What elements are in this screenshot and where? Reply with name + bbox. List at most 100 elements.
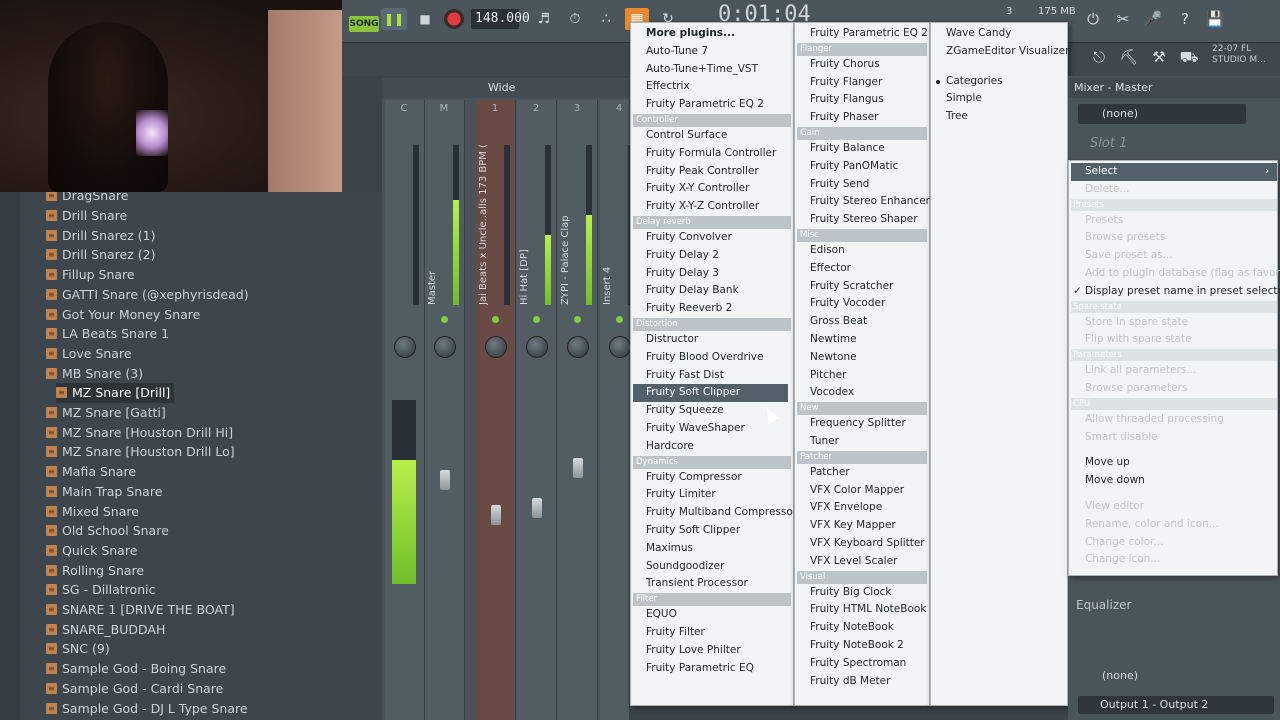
browser-item[interactable]: ≡ MZ Snare [Drill] [56, 383, 175, 403]
context-menu-item[interactable]: Move up [1085, 454, 1130, 471]
browser-item[interactable]: ≡ Love Snare [46, 344, 132, 364]
plugin-menu-item[interactable]: Fruity NoteBook [810, 619, 894, 637]
stop-button[interactable]: ■ [412, 8, 438, 30]
pan-knob[interactable] [526, 336, 548, 358]
plugin-menu-item[interactable]: Pitcher [810, 367, 846, 385]
plugin-menu-item[interactable]: Tree [946, 108, 968, 126]
pan-knob[interactable] [394, 336, 416, 358]
plugin-menu-item[interactable]: Fruity X-Y Controller [646, 180, 749, 198]
browser-item[interactable]: ≡ Sample God - Cardi Snare [46, 679, 223, 699]
plugin-menu-item[interactable]: Fruity PanOMatic [810, 158, 898, 176]
plugin-menu-item[interactable]: Fruity Delay 2 [646, 247, 719, 265]
plugin-menu-item[interactable]: Vocodex [810, 384, 854, 402]
browser-item[interactable]: ≡ MB Snare (3) [46, 363, 143, 383]
scissors-icon[interactable]: ✂ [1110, 6, 1136, 32]
browser-item[interactable]: ≡ MZ Snare [Houston Drill Hi] [46, 422, 233, 442]
plugin-menu-item[interactable]: VFX Key Mapper [810, 517, 896, 535]
plugin-menu-item[interactable]: Effector [810, 260, 851, 278]
preset-selector[interactable]: (none) [1078, 104, 1246, 124]
plugin-menu-item[interactable]: Fruity Stereo Enhancer [810, 193, 930, 211]
track-enable-led[interactable] [441, 316, 448, 323]
tempo-display[interactable]: 148.000 [471, 9, 530, 29]
mixer-icon[interactable]: ⛏ [1116, 44, 1142, 70]
cart-icon[interactable]: ⚒ [1146, 44, 1172, 70]
plugin-menu-item[interactable]: Fruity Parametric EQ 2 [646, 96, 764, 114]
plugin-menu-item[interactable]: Fruity Formula Controller [646, 145, 776, 163]
plugin-menu-item[interactable]: Fruity Vocoder [810, 295, 885, 313]
pan-knob[interactable] [609, 336, 631, 358]
plugin-menu-item[interactable]: VFX Level Scaler [810, 553, 897, 571]
plugin-menu-item[interactable]: Fruity Fast Dist [646, 367, 724, 385]
plugin-menu-item[interactable]: Control Surface [646, 127, 727, 145]
plugin-menu-item[interactable]: Fruity Limiter [646, 486, 716, 504]
plugin-menu-item[interactable]: Fruity Flangus [810, 91, 884, 109]
plugin-menu-item[interactable]: Frequency Splitter [810, 415, 906, 433]
metronome-icon[interactable]: ♬ [532, 8, 556, 30]
plugin-menu-item[interactable]: Fruity Filter [646, 624, 705, 642]
output-selector[interactable]: Output 1 - Output 2 [1078, 696, 1274, 714]
plugin-menu-item[interactable]: Transient Processor [646, 575, 748, 593]
plugin-menu-item[interactable]: Auto-Tune 7 [646, 43, 708, 61]
plugin-menu-item[interactable]: Gross Beat [810, 313, 867, 331]
plugin-menu-item[interactable]: Auto-Tune+Time_VST [646, 61, 758, 79]
wait-icon[interactable]: ⏱ [563, 8, 587, 30]
plugin-menu-item[interactable]: Fruity Peak Controller [646, 163, 759, 181]
context-menu-item[interactable]: Move down [1085, 472, 1145, 489]
pan-knob[interactable] [485, 336, 507, 358]
plugin-menu-item[interactable]: Fruity Blood Overdrive [646, 349, 763, 367]
plugin-menu-item[interactable]: Fruity Phaser [810, 109, 879, 127]
plugin-menu-item[interactable]: VFX Envelope [810, 499, 882, 517]
plugin-menu-item[interactable]: Newtone [810, 349, 857, 367]
track-enable-led[interactable] [533, 316, 540, 323]
plugin-menu-item[interactable]: Fruity Convolver [646, 229, 732, 247]
plugin-menu-item[interactable]: Fruity Multiband Compressor [646, 504, 797, 522]
plugin-menu-item[interactable]: Fruity Flanger [810, 74, 882, 92]
shop-icon[interactable]: ⛟ [1176, 44, 1202, 70]
plugin-menu-item[interactable]: Newtime [810, 331, 857, 349]
plugin-menu-item[interactable]: Fruity Compressor [646, 469, 742, 487]
browser-item[interactable]: ≡ Drill Snarez (2) [46, 245, 155, 265]
plugin-menu-item[interactable]: Wave Candy [946, 25, 1011, 43]
plugin-menu-item[interactable]: Fruity Delay 3 [646, 265, 719, 283]
plugin-menu-item[interactable]: Fruity Balance [810, 140, 885, 158]
plugin-menu-item[interactable]: Fruity NoteBook 2 [810, 637, 904, 655]
browser-item[interactable]: ≡ Drill Snare [46, 206, 127, 226]
browser-item[interactable]: ≡ LA Beats Snare 1 [46, 324, 169, 344]
plugin-menu-item[interactable]: Fruity Send [810, 176, 869, 194]
plugin-menu-item[interactable]: Fruity Stereo Shaper [810, 211, 918, 229]
plugin-icon[interactable]: ⎋ [1086, 44, 1112, 70]
plugin-menu-item[interactable]: ZGameEditor Visualizer [946, 43, 1069, 61]
plugin-menu-item[interactable]: Soundgoodizer [646, 558, 724, 576]
browser-item[interactable]: ≡ Main Trap Snare [46, 482, 162, 502]
browser-item[interactable]: ≡ Fillup Snare [46, 265, 135, 285]
plugin-menu-item[interactable]: Fruity Squeeze [646, 402, 724, 420]
save-icon[interactable]: 💾 [1202, 6, 1228, 32]
microphone-icon[interactable]: 🎤 [1140, 6, 1166, 32]
browser-item[interactable]: ≡ MZ Snare [Houston Drill Lo] [46, 442, 235, 462]
track-enable-led[interactable] [492, 316, 499, 323]
browser-item[interactable]: ≡ Old School Snare [46, 521, 169, 541]
track-enable-led[interactable] [574, 316, 581, 323]
plugin-menu-item[interactable]: Fruity Parametric EQ [646, 660, 754, 678]
plugin-menu-item[interactable]: Fruity Chorus [810, 56, 880, 74]
plugin-menu-item[interactable]: Fruity Soft Clipper [633, 384, 788, 403]
plugin-menu-item[interactable]: Fruity Soft Clipper [646, 522, 740, 540]
plugin-menu-item[interactable]: Fruity HTML NoteBook [810, 601, 926, 619]
step-icon[interactable]: ∴ [594, 8, 618, 30]
context-menu-item[interactable]: Display preset name in preset selector [1085, 283, 1280, 300]
plugin-menu-item[interactable]: Distructor [646, 331, 698, 349]
browser-item[interactable]: ≡ SNARE 1 [DRIVE THE BOAT] [46, 600, 235, 620]
plugin-menu-item[interactable]: Fruity Delay Bank [646, 282, 739, 300]
volume-fader[interactable] [573, 458, 583, 478]
pan-knob[interactable] [567, 336, 589, 358]
plugin-menu-item[interactable]: Fruity Reeverb 2 [646, 300, 732, 318]
plugin-menu-item[interactable]: Simple [946, 90, 982, 108]
plugin-menu-item[interactable]: Fruity X-Y-Z Controller [646, 198, 759, 216]
browser-item[interactable]: ≡ SG - Dillatronic [46, 580, 155, 600]
plugin-menu-item[interactable]: Patcher [810, 464, 850, 482]
record-button[interactable] [444, 9, 464, 29]
plugin-menu-item[interactable]: Fruity Big Clock [810, 584, 891, 602]
song-mode-button[interactable]: SONG [349, 16, 379, 32]
power-icon[interactable]: ⏻ [1080, 6, 1106, 32]
browser-item[interactable]: ≡ Sample God - DJ L Type Snare [46, 698, 248, 718]
